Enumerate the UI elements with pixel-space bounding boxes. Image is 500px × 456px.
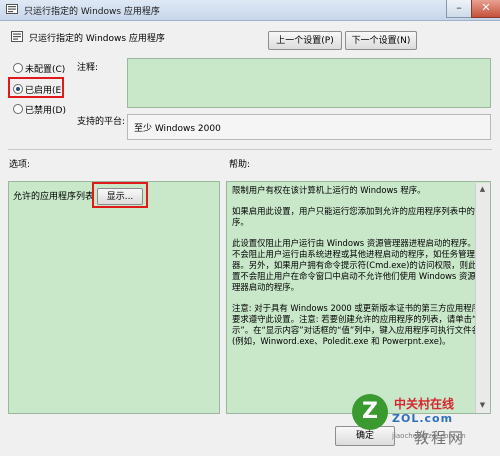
help-paragraph: 如果启用此设置，用户只能运行您添加到允许的应用程序列表中的程序。 xyxy=(232,206,484,227)
help-paragraph: 此设置仅阻止用户运行由 Windows 资源管理器进程启动的程序。它不会阻止用户… xyxy=(232,238,485,292)
policy-title: 只运行指定的 Windows 应用程序 xyxy=(29,34,165,44)
previous-setting-button[interactable]: 上一个设置(P) xyxy=(268,31,342,50)
minimize-button[interactable]: – xyxy=(446,0,472,18)
help-paragraph: 注意: 对于具有 Windows 2000 或更新版本证书的第三方应用程序，要求… xyxy=(232,303,489,346)
comment-label: 注释: xyxy=(77,63,99,73)
help-label: 帮助: xyxy=(229,160,251,170)
watermark-domain: ZOL.com xyxy=(392,412,454,425)
comment-textarea[interactable] xyxy=(127,58,491,108)
policy-icon xyxy=(11,31,23,42)
scroll-up-icon[interactable]: ▲ xyxy=(478,185,487,194)
watermark-brand: 中关村在线 xyxy=(394,397,455,411)
highlight-box xyxy=(8,77,64,98)
window-title: 只运行指定的 Windows 应用程序 xyxy=(24,7,160,17)
watermark-subdomain: jiaocheng.zol.com.cn xyxy=(392,432,466,440)
platform-value: 至少 Windows 2000 xyxy=(134,124,221,134)
options-panel: 允许的应用程序列表 显示... xyxy=(8,181,220,414)
platform-label: 支持的平台: xyxy=(77,117,126,127)
help-panel: 限制用户有权在该计算机上运行的 Windows 程序。 如果启用此设置，用户只能… xyxy=(226,181,491,414)
highlight-box xyxy=(92,182,148,208)
divider xyxy=(8,149,492,150)
options-label: 选项: xyxy=(9,160,31,170)
title-bar: 只运行指定的 Windows 应用程序 – ✕ xyxy=(0,0,500,21)
close-button[interactable]: ✕ xyxy=(471,0,500,18)
zol-logo-icon: Z xyxy=(352,394,388,430)
policy-icon xyxy=(6,4,18,14)
help-paragraph: 限制用户有权在该计算机上运行的 Windows 程序。 xyxy=(232,185,426,195)
help-scrollbar[interactable]: ▲ ▼ xyxy=(475,183,490,413)
platform-field: 至少 Windows 2000 xyxy=(127,114,491,140)
radio-dot[interactable] xyxy=(13,104,23,114)
help-text: 限制用户有权在该计算机上运行的 Windows 程序。 如果启用此设置，用户只能… xyxy=(232,185,490,357)
watermark: Z 中关村在线 ZOL.com 教程网 jiaocheng.zol.com.cn xyxy=(352,392,498,454)
radio-label: 未配置(C) xyxy=(25,65,66,75)
next-setting-button[interactable]: 下一个设置(N) xyxy=(345,31,417,50)
minimize-icon: – xyxy=(456,1,462,14)
radio-label: 已禁用(D) xyxy=(25,106,66,116)
allowed-apps-label: 允许的应用程序列表 xyxy=(13,192,95,202)
radio-dot[interactable] xyxy=(13,63,23,73)
close-icon: ✕ xyxy=(481,1,491,14)
